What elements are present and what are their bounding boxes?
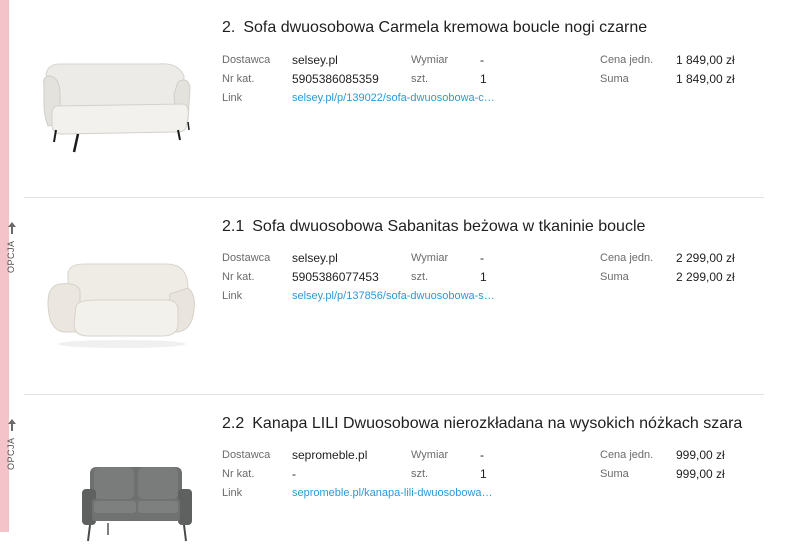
product-card: 2.2 Kanapa LILI Dwuosobowa nierozkładana … [24, 395, 764, 542]
product-image[interactable] [38, 244, 196, 354]
dimension-label: Wymiar [411, 449, 449, 461]
unit-price-label: Cena jedn. [600, 54, 654, 66]
dimension-label: Wymiar [411, 54, 449, 66]
product-image[interactable] [38, 46, 196, 156]
product-number: 2.2 [222, 415, 245, 432]
catalog-value: 5905386085359 [292, 72, 379, 86]
product-link[interactable]: sepromeble.pl/kanapa-lili-dwuosobowa… [292, 487, 493, 499]
supplier-value: sepromeble.pl [292, 448, 368, 462]
product-link[interactable]: selsey.pl/p/139022/sofa-dwuosobowa-c… [292, 92, 495, 104]
option-label: OPCJA [6, 437, 16, 470]
qty-label: szt. [411, 468, 429, 480]
product-card: 2.1 Sofa dwuosobowa Sabanitas beżowa w tk… [24, 198, 764, 395]
catalog-value: 5905386077453 [292, 270, 379, 284]
product-title: 2. Sofa dwuosobowa Carmela kremowa boucle… [222, 19, 647, 37]
dimension-value: - [480, 53, 484, 67]
product-number: 2.1 [222, 218, 245, 235]
qty-label: szt. [411, 271, 429, 283]
total-label: Suma [600, 468, 629, 480]
option-label: OPCJA [6, 240, 16, 273]
product-link[interactable]: selsey.pl/p/137856/sofa-dwuosobowa-s… [292, 290, 495, 302]
dimension-value: - [480, 448, 484, 462]
catalog-value: - [292, 467, 296, 481]
option-icon [8, 419, 16, 431]
supplier-label: Dostawca [222, 54, 271, 66]
product-title: 2.2 Kanapa LILI Dwuosobowa nierozkładana … [222, 415, 742, 433]
supplier-label: Dostawca [222, 252, 271, 264]
qty-value: 1 [480, 270, 487, 284]
qty-value: 1 [480, 72, 487, 86]
product-name: Kanapa LILI Dwuosobowa nierozkładana na … [252, 415, 743, 432]
supplier-value: selsey.pl [292, 53, 338, 67]
dimension-label: Wymiar [411, 252, 449, 264]
unit-price-label: Cena jedn. [600, 252, 654, 264]
option-marker: OPCJA [1, 418, 23, 478]
unit-price-value: 2 299,00 zł [676, 251, 735, 265]
catalog-label: Nr kat. [222, 271, 255, 283]
unit-price-value: 999,00 zł [676, 448, 725, 462]
option-marker: OPCJA [1, 221, 23, 281]
qty-label: szt. [411, 73, 429, 85]
dimension-value: - [480, 251, 484, 265]
unit-price-label: Cena jedn. [600, 449, 654, 461]
supplier-value: selsey.pl [292, 251, 338, 265]
product-name: Sofa dwuosobowa Carmela kremowa boucle n… [243, 19, 648, 36]
link-label: Link [222, 92, 243, 104]
product-image[interactable] [38, 445, 196, 555]
supplier-label: Dostawca [222, 449, 271, 461]
option-icon [8, 222, 16, 234]
catalog-label: Nr kat. [222, 73, 255, 85]
link-label: Link [222, 487, 243, 499]
product-name: Sofa dwuosobowa Sabanitas beżowa w tkani… [252, 218, 646, 235]
product-title: 2.1 Sofa dwuosobowa Sabanitas beżowa w tk… [222, 218, 645, 236]
total-label: Suma [600, 271, 629, 283]
catalog-label: Nr kat. [222, 468, 255, 480]
total-value: 1 849,00 zł [676, 72, 735, 86]
total-label: Suma [600, 73, 629, 85]
total-value: 999,00 zł [676, 467, 725, 481]
qty-value: 1 [480, 467, 487, 481]
product-card: 2. Sofa dwuosobowa Carmela kremowa boucle… [24, 0, 764, 198]
product-number: 2. [222, 19, 236, 36]
unit-price-value: 1 849,00 zł [676, 53, 735, 67]
total-value: 2 299,00 zł [676, 270, 735, 284]
link-label: Link [222, 290, 243, 302]
